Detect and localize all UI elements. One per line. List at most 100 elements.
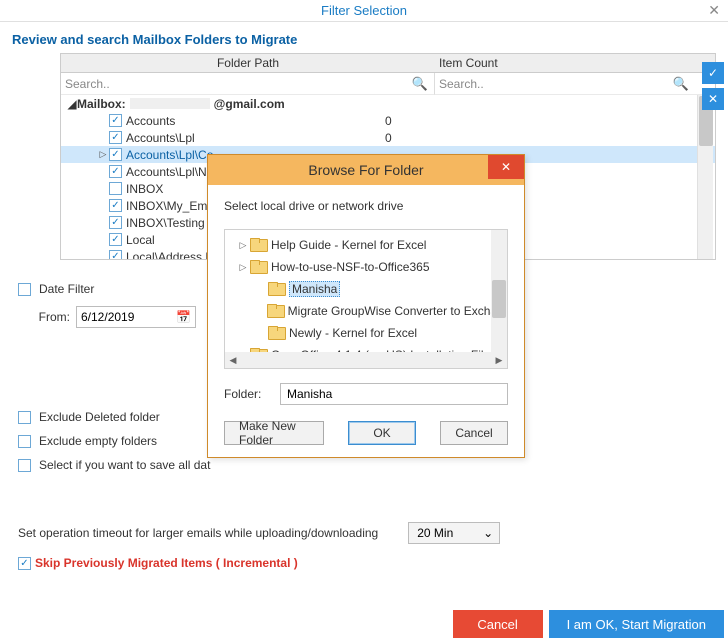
row-checkbox[interactable] xyxy=(109,250,122,260)
check-all-button[interactable]: ✓ xyxy=(702,62,724,84)
timeout-select[interactable]: 20 Min ⌄ xyxy=(408,522,500,544)
skip-row[interactable]: Skip Previously Migrated Items ( Increme… xyxy=(0,550,728,576)
timeout-value: 20 Min xyxy=(417,526,453,540)
row-label: INBOX\Testing M xyxy=(126,216,218,230)
row-label: Local\Address Bo xyxy=(126,250,220,261)
cancel-button[interactable]: Cancel xyxy=(453,610,543,638)
dialog-titlebar: Browse For Folder ✕ xyxy=(208,155,524,185)
make-new-folder-button[interactable]: Make New Folder xyxy=(224,421,324,445)
search-placeholder: Search.. xyxy=(65,77,110,91)
browse-folder-dialog: Browse For Folder ✕ Select local drive o… xyxy=(207,154,525,458)
tree-item[interactable]: ▷ Help Guide - Kernel for Excel xyxy=(225,234,507,256)
folder-icon xyxy=(266,304,283,318)
scroll-right-icon[interactable]: ▶ xyxy=(491,355,507,366)
chevron-down-icon: ⌄ xyxy=(483,526,493,540)
row-count: 0 xyxy=(385,114,392,128)
row-label: Accounts\Lpl\Co xyxy=(126,148,213,162)
tree-horizontal-scrollbar[interactable]: ◀ ▶ xyxy=(225,352,507,368)
row-checkbox[interactable] xyxy=(109,199,122,212)
row-checkbox[interactable] xyxy=(109,114,122,127)
folder-label: Folder: xyxy=(224,387,270,401)
folder-icon xyxy=(249,260,267,274)
timeout-row: Set operation timeout for larger emails … xyxy=(0,482,728,550)
exclude-deleted-checkbox[interactable] xyxy=(18,411,31,424)
section-heading: Review and search Mailbox Folders to Mig… xyxy=(0,22,728,53)
from-date-value: 6/12/2019 xyxy=(81,310,134,324)
window-title: Filter Selection xyxy=(321,3,407,18)
save-all-label: Select if you want to save all dat xyxy=(39,458,210,472)
tree-item[interactable]: Migrate GroupWise Converter to Exchange xyxy=(225,300,507,322)
row-checkbox[interactable] xyxy=(109,131,122,144)
col-item-count[interactable]: Item Count xyxy=(435,56,695,70)
search-item-count[interactable]: Search.. 🔍 xyxy=(435,73,695,95)
date-filter-checkbox[interactable] xyxy=(18,283,31,296)
tree-item[interactable]: Manisha xyxy=(225,278,507,300)
folder-icon xyxy=(267,282,285,296)
search-placeholder: Search.. xyxy=(439,77,484,91)
tree-item-label: Newly - Kernel for Excel xyxy=(289,326,417,340)
tree-item[interactable]: Newly - Kernel for Excel xyxy=(225,322,507,344)
tree-item-label: Migrate GroupWise Converter to Exchange xyxy=(288,304,507,318)
col-folder-path[interactable]: Folder Path xyxy=(61,56,435,70)
expand-icon[interactable]: ▷ xyxy=(237,240,249,251)
save-all-checkbox[interactable] xyxy=(18,459,31,472)
titlebar: Filter Selection ✕ xyxy=(0,0,728,22)
ok-button[interactable]: OK xyxy=(348,421,416,445)
mailbox-root-row[interactable]: ◢ Mailbox: @gmail.com xyxy=(61,95,715,112)
start-migration-button[interactable]: I am OK, Start Migration xyxy=(549,610,724,638)
table-row[interactable]: Accounts\Lpl 0 xyxy=(61,129,715,146)
dialog-close-button[interactable]: ✕ xyxy=(488,155,524,179)
folder-icon xyxy=(267,326,285,340)
skip-label: Skip Previously Migrated Items ( Increme… xyxy=(35,556,298,570)
tree-item-label: Manisha xyxy=(289,281,340,297)
window-close-icon[interactable]: ✕ xyxy=(708,2,720,19)
row-label: INBOX xyxy=(126,182,163,196)
expand-icon[interactable]: ▷ xyxy=(237,262,249,273)
exclude-deleted-label: Exclude Deleted folder xyxy=(39,410,160,424)
row-checkbox[interactable] xyxy=(109,216,122,229)
scroll-left-icon[interactable]: ◀ xyxy=(225,355,241,366)
footer-buttons: Cancel I am OK, Start Migration xyxy=(453,610,724,638)
row-checkbox[interactable] xyxy=(109,182,122,195)
redacted-block xyxy=(130,98,210,109)
grid-header: Folder Path Item Count xyxy=(60,53,716,73)
search-folder-path[interactable]: Search.. 🔍 xyxy=(61,73,435,95)
date-filter-label: Date Filter xyxy=(39,282,94,296)
search-icon[interactable]: 🔍 xyxy=(412,76,428,92)
dialog-prompt: Select local drive or network drive xyxy=(224,199,508,213)
mailbox-suffix: @gmail.com xyxy=(214,97,285,111)
save-all-option[interactable]: Select if you want to save all dat xyxy=(18,458,710,472)
exclude-empty-checkbox[interactable] xyxy=(18,435,31,448)
row-label: INBOX\My_Email xyxy=(126,199,219,213)
row-label: Accounts\Lpl xyxy=(126,131,195,145)
side-tools: ✓ ✕ xyxy=(702,62,724,110)
row-label: Local xyxy=(126,233,155,247)
table-row[interactable]: Accounts 0 xyxy=(61,112,715,129)
folder-icon xyxy=(249,238,267,252)
dialog-buttons: Make New Folder OK Cancel xyxy=(224,421,508,445)
from-label: From: xyxy=(18,310,70,324)
grid-search-row: Search.. 🔍 Search.. 🔍 xyxy=(60,73,716,95)
from-date-input[interactable]: 6/12/2019 📅 xyxy=(76,306,196,328)
vertical-scrollbar[interactable] xyxy=(697,95,713,259)
skip-checkbox[interactable] xyxy=(18,557,31,570)
tree-item-label: How-to-use-NSF-to-Office365 xyxy=(271,260,430,274)
tree-item[interactable]: ▷ How-to-use-NSF-to-Office365 xyxy=(225,256,507,278)
row-checkbox[interactable] xyxy=(109,165,122,178)
row-count: 0 xyxy=(385,131,392,145)
search-icon[interactable]: 🔍 xyxy=(673,76,689,92)
uncheck-all-button[interactable]: ✕ xyxy=(702,88,724,110)
row-checkbox[interactable] xyxy=(109,148,122,161)
row-label: Accounts xyxy=(126,114,175,128)
mailbox-prefix: Mailbox: xyxy=(77,97,126,111)
dialog-cancel-button[interactable]: Cancel xyxy=(440,421,508,445)
folder-name-input[interactable] xyxy=(280,383,508,405)
folder-tree: ▷ Help Guide - Kernel for Excel ▷ How-to-us… xyxy=(224,229,508,369)
tree-vertical-scrollbar[interactable] xyxy=(491,230,507,352)
tree-item-label: Help Guide - Kernel for Excel xyxy=(271,238,426,252)
row-checkbox[interactable] xyxy=(109,233,122,246)
folder-name-row: Folder: xyxy=(224,383,508,405)
calendar-icon[interactable]: 📅 xyxy=(176,310,191,324)
row-label: Accounts\Lpl\No xyxy=(126,165,213,179)
timeout-label: Set operation timeout for larger emails … xyxy=(18,526,378,540)
